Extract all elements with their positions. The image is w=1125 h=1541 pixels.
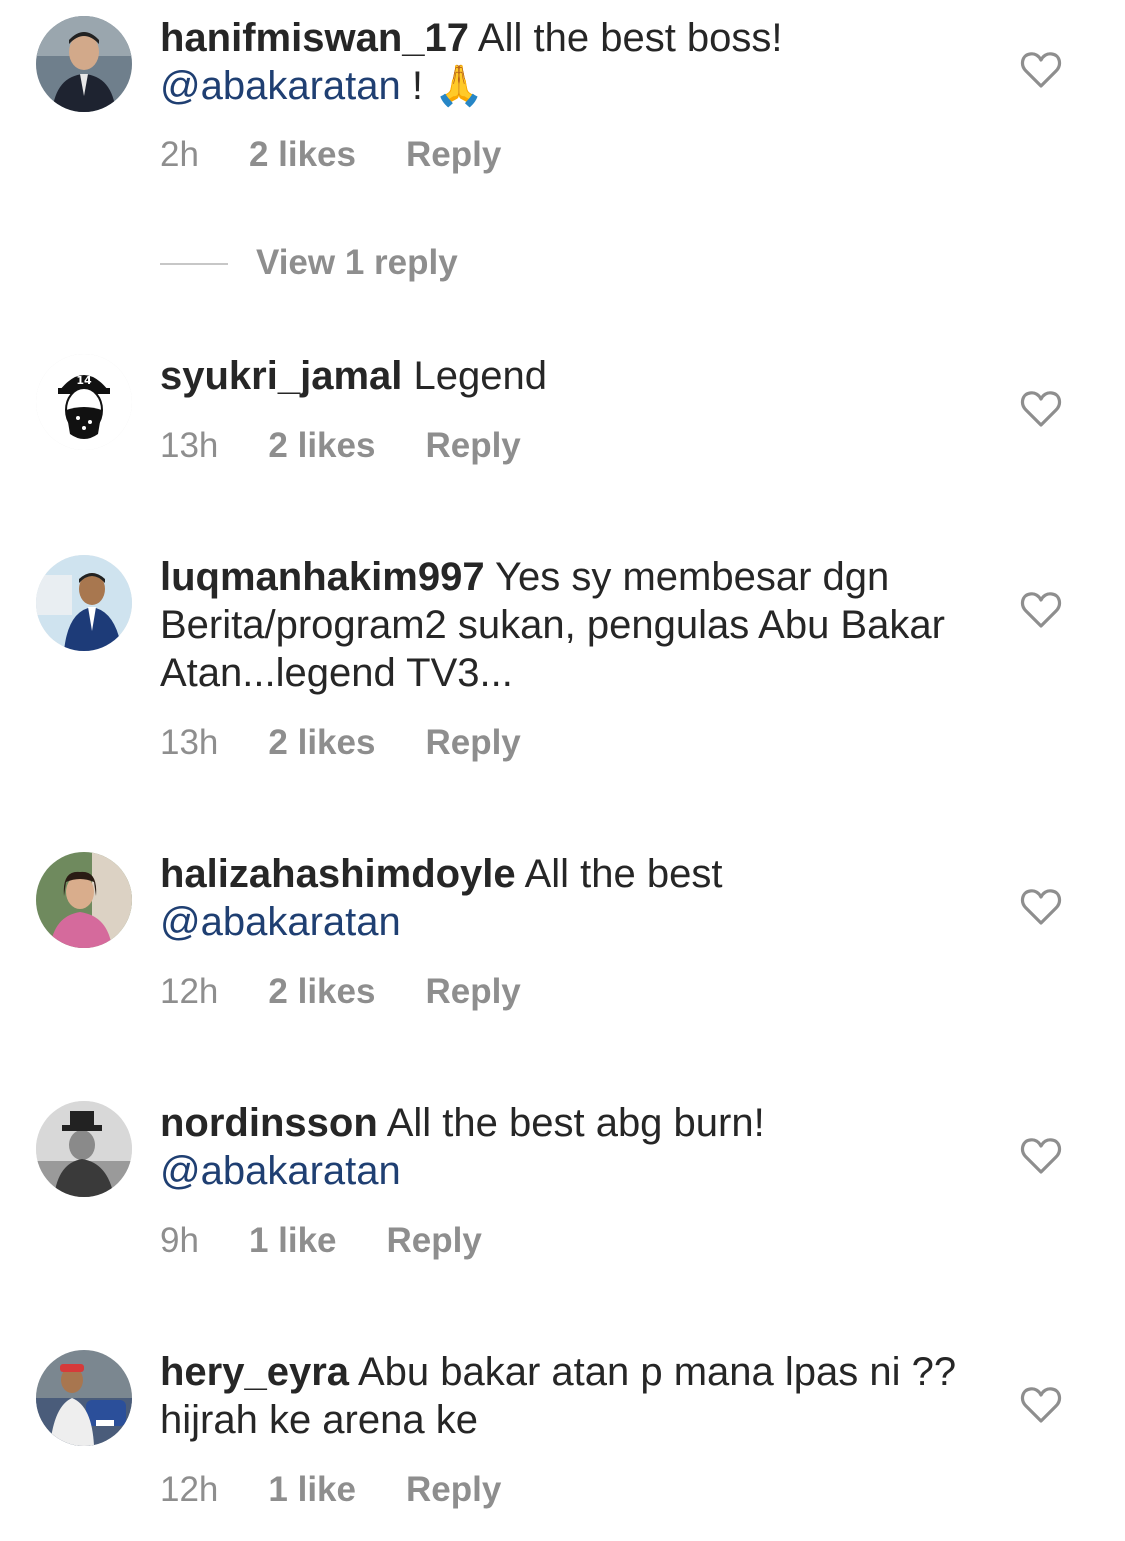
like-count[interactable]: 2 likes: [268, 972, 375, 1012]
comment-text: nordinsson All the best abg burn! @abaka…: [160, 1099, 960, 1195]
reply-button[interactable]: Reply: [425, 426, 520, 466]
reply-button[interactable]: Reply: [406, 135, 501, 175]
comment-text: luqmanhakim997 Yes sy membesar dgn Berit…: [160, 553, 960, 697]
comment-username[interactable]: luqmanhakim997: [160, 555, 485, 599]
comment-time: 13h: [160, 426, 219, 465]
heart-icon[interactable]: [1020, 590, 1062, 630]
comment-body: Legend: [413, 354, 547, 398]
avatar[interactable]: [36, 1101, 132, 1197]
heart-icon[interactable]: [1020, 887, 1062, 927]
reply-button[interactable]: Reply: [387, 1221, 482, 1261]
avatar[interactable]: 14: [36, 354, 132, 450]
comment-text: syukri_jamal Legend: [160, 352, 960, 400]
praying-hands-emoji: 🙏: [434, 64, 484, 108]
comment-suffix: !: [400, 64, 423, 108]
avatar[interactable]: [36, 16, 132, 112]
heart-icon[interactable]: [1020, 1385, 1062, 1425]
comment-time: 2h: [160, 135, 199, 174]
heart-icon[interactable]: [1020, 1136, 1062, 1176]
comment-username[interactable]: hery_eyra: [160, 1350, 349, 1394]
reply-button[interactable]: Reply: [425, 972, 520, 1012]
comment-meta: 2h 2 likes Reply: [160, 135, 501, 175]
comment-body: All the best: [524, 852, 723, 896]
avatar[interactable]: [36, 555, 132, 651]
heart-icon[interactable]: [1020, 389, 1062, 429]
like-count[interactable]: 2 likes: [268, 723, 375, 763]
comment-body: All the best abg burn!: [386, 1101, 765, 1145]
comment-meta: 12h 2 likes Reply: [160, 972, 521, 1012]
avatar[interactable]: [36, 852, 132, 948]
mention-link[interactable]: @abakaratan: [160, 1149, 401, 1193]
comment-time: 12h: [160, 1470, 219, 1509]
comment-text: hery_eyra Abu bakar atan p mana lpas ni …: [160, 1348, 960, 1444]
comment-username[interactable]: hanifmiswan_17: [160, 16, 469, 60]
svg-text:14: 14: [76, 374, 92, 387]
comment-time: 9h: [160, 1221, 199, 1260]
comment-body: All the best boss!: [477, 16, 783, 60]
heart-icon[interactable]: [1020, 50, 1062, 90]
avatar[interactable]: [36, 1350, 132, 1446]
comment-meta: 13h 2 likes Reply: [160, 723, 521, 763]
mention-link[interactable]: @abakaratan: [160, 900, 401, 944]
like-count[interactable]: 1 like: [268, 1470, 356, 1510]
view-replies-label[interactable]: View 1 reply: [256, 243, 458, 283]
comment-time: 12h: [160, 972, 219, 1011]
comment-text: hanifmiswan_17 All the best boss! @abaka…: [160, 14, 960, 110]
comment-username[interactable]: halizahashimdoyle: [160, 852, 516, 896]
like-count[interactable]: 2 likes: [249, 135, 356, 175]
comment-meta: 12h 1 like Reply: [160, 1470, 501, 1510]
comment-username[interactable]: syukri_jamal: [160, 354, 402, 398]
reply-button[interactable]: Reply: [425, 723, 520, 763]
comment-meta: 9h 1 like Reply: [160, 1221, 482, 1261]
comment-text: halizahashimdoyle All the best @abakarat…: [160, 850, 960, 946]
mention-link[interactable]: @abakaratan: [160, 64, 401, 108]
comment-time: 13h: [160, 723, 219, 762]
divider-line: [160, 263, 228, 265]
comment-username[interactable]: nordinsson: [160, 1101, 378, 1145]
like-count[interactable]: 2 likes: [268, 426, 375, 466]
like-count[interactable]: 1 like: [249, 1221, 337, 1261]
reply-button[interactable]: Reply: [406, 1470, 501, 1510]
comment-meta: 13h 2 likes Reply: [160, 426, 521, 466]
